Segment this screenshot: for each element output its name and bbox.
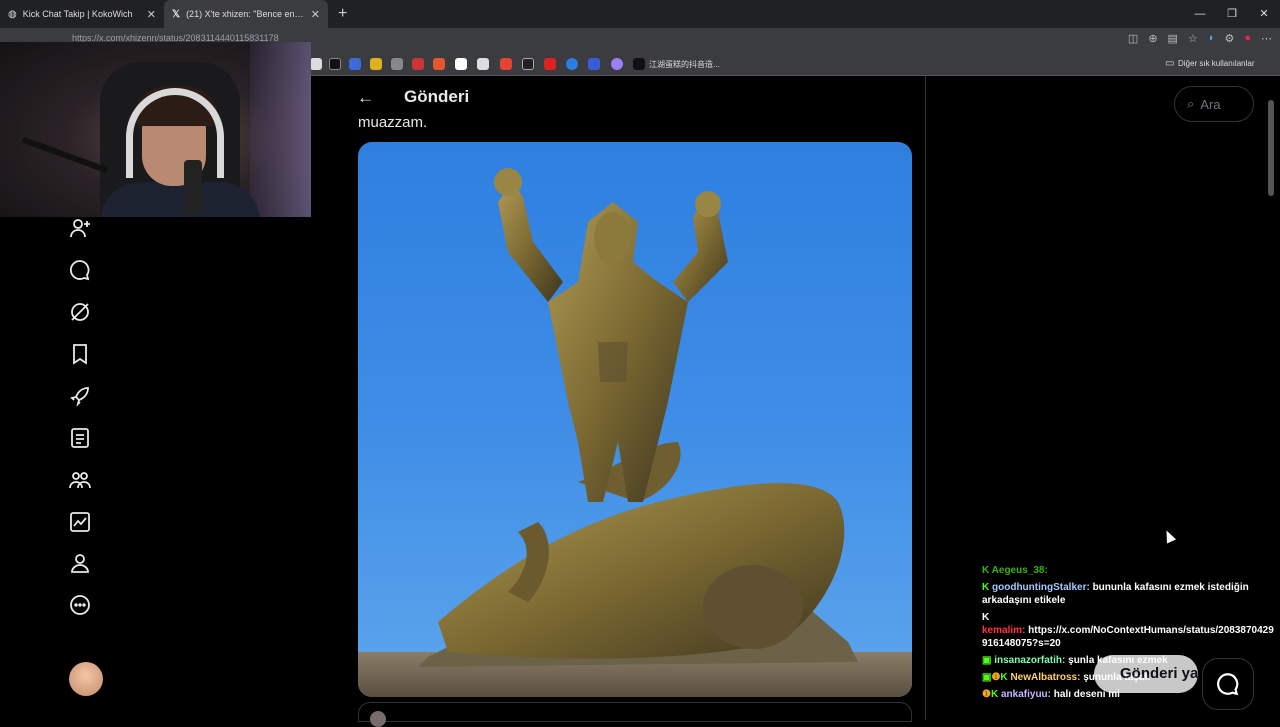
chat-username: goodhuntingStalker: [992, 582, 1090, 593]
messages-fab[interactable] [1202, 658, 1254, 710]
column-divider [925, 76, 926, 720]
minimize-icon[interactable]: — [1184, 0, 1216, 28]
bookmark-icon[interactable] [391, 58, 403, 70]
tab-title: (21) X'te xhizen: "Bence en güzel h [186, 9, 305, 19]
chat-message: K Aegeus_38: [982, 564, 1278, 577]
grok-icon[interactable] [68, 300, 92, 324]
bookmark-icon[interactable] [349, 58, 361, 70]
statue-illustration [358, 168, 912, 697]
more-icon[interactable] [68, 593, 92, 617]
microphone [184, 160, 202, 214]
analytics-icon[interactable] [68, 510, 92, 534]
tweet-text: muazzam. [358, 114, 428, 131]
streamer-body [100, 182, 260, 217]
mic-arm [21, 136, 109, 174]
profile-icon[interactable]: ● [1244, 32, 1251, 45]
tab-title: Kick Chat Takip | KokoWich [22, 9, 133, 19]
search-placeholder: Ara [1200, 96, 1221, 112]
tab-x-post[interactable]: 𝕏 (21) X'te xhizen: "Bence en güzel h ✕ [164, 0, 328, 28]
chat-message: K kemalim: https://x.com/NoContextHumans… [982, 611, 1278, 650]
profile-icon[interactable] [68, 551, 92, 575]
close-window-icon[interactable]: ✕ [1248, 0, 1280, 28]
globe-icon: ◍ [8, 8, 17, 20]
post-image[interactable] [358, 142, 912, 697]
maximize-icon[interactable]: ❐ [1216, 0, 1248, 28]
search-input[interactable]: ⌕ Ara [1174, 86, 1254, 122]
follow-icon[interactable] [68, 216, 92, 240]
bookmark-icon[interactable] [477, 58, 489, 70]
kick-badge-icon: K [982, 582, 990, 593]
browser-tab-bar: ◍ Kick Chat Takip | KokoWich ✕ 𝕏 (21) X'… [0, 0, 1280, 28]
mouse-cursor-icon [1161, 528, 1177, 544]
tab-kick-chat[interactable]: ◍ Kick Chat Takip | KokoWich ✕ [0, 0, 164, 28]
bookmark-icon[interactable] [433, 58, 445, 70]
chat-message: K goodhuntingStalker: bununla kafasını e… [982, 581, 1278, 607]
chat-bubble-icon [1217, 673, 1239, 696]
chat-username: Aegeus_38: [991, 565, 1048, 576]
split-screen-icon[interactable]: ◫ [1128, 32, 1138, 45]
favorite-star-icon[interactable]: ☆ [1188, 32, 1198, 45]
chat-username: insanazorfatih: [994, 655, 1066, 666]
bookmark-icon[interactable] [500, 58, 512, 70]
x-logo-icon: 𝕏 [172, 8, 181, 20]
read-aloud-icon[interactable]: ◗ [1208, 32, 1215, 45]
bookmark-icon[interactable] [566, 58, 578, 70]
back-arrow-icon[interactable]: ← [357, 88, 374, 108]
bookmark-icon[interactable] [370, 58, 382, 70]
bookmark-icon[interactable] [544, 58, 556, 70]
messages-icon[interactable] [68, 258, 92, 282]
other-bookmarks[interactable]: Diğer sık kullanılanlar [1178, 59, 1254, 68]
bookmark-icon[interactable] [611, 58, 623, 70]
badge-icon: ▣ [982, 655, 992, 666]
bookmark-x-icon[interactable] [329, 58, 341, 70]
lists-icon[interactable] [68, 426, 92, 450]
background-light [250, 42, 311, 217]
browser-toolbar-icons: ◫ ⊕ ▤ ☆ ◗ ⚙ ● ⋯ [1128, 32, 1272, 45]
menu-dots-icon[interactable]: ⋯ [1261, 32, 1272, 45]
chat-username: NewAlbatross: [1010, 672, 1081, 683]
chat-username: ankafiyuu: [1000, 689, 1051, 700]
bookmark-tiktok-icon[interactable] [633, 58, 645, 70]
close-tab-icon[interactable]: ✕ [311, 8, 320, 21]
kick-badge-icon: K [982, 565, 990, 576]
reader-icon[interactable]: ▤ [1168, 32, 1178, 45]
zoom-icon[interactable]: ⊕ [1148, 32, 1157, 45]
page-title: Gönderi [404, 87, 470, 106]
webcam-overlay [0, 42, 311, 217]
chat-text: https://x.com/NoContextHumans/status/208… [982, 625, 1274, 649]
scrollbar[interactable] [1268, 100, 1274, 196]
bookmark-icon[interactable] [412, 58, 424, 70]
bookmark-icon[interactable] [588, 58, 600, 70]
new-tab-button[interactable]: + [328, 5, 357, 23]
chat-username: kemalim: [982, 625, 1026, 636]
post-floating-button[interactable]: Gönderi yayı [1094, 655, 1198, 693]
next-card [358, 702, 912, 722]
premium-rocket-icon[interactable] [68, 384, 92, 408]
bookmark-icon[interactable] [310, 58, 322, 70]
badge-icon: ❶ [982, 689, 991, 700]
kick-badge-icon: K [1000, 672, 1008, 683]
window-controls: — ❐ ✕ [1184, 0, 1280, 28]
bookmark-icon[interactable] [455, 58, 467, 70]
bookmark-label[interactable]: 江湖蛋糕的抖音造... [649, 59, 720, 70]
kick-badge-icon: K [982, 612, 990, 623]
search-icon: ⌕ [1187, 96, 1195, 111]
close-tab-icon[interactable]: ✕ [147, 8, 156, 21]
folder-icon: ▭ [1165, 58, 1175, 69]
communities-icon[interactable] [68, 468, 92, 492]
bookmark-icon[interactable] [522, 58, 534, 70]
headphones [126, 88, 224, 178]
kick-badge-icon: K [990, 689, 999, 700]
avatar[interactable] [370, 711, 386, 727]
bookmarks-icon[interactable] [68, 342, 92, 366]
extensions-icon[interactable]: ⚙ [1224, 32, 1234, 45]
account-avatar[interactable] [69, 662, 103, 696]
